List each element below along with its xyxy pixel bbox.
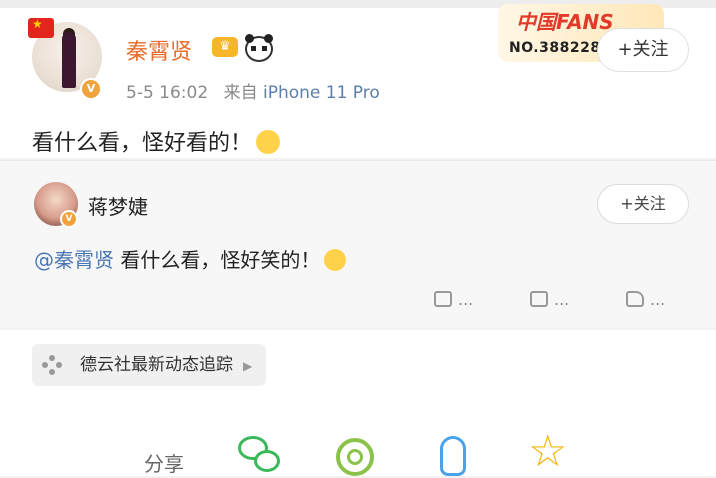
repost-follow-button[interactable]: +关注 [597, 184, 689, 224]
grin-emoji-icon [324, 249, 347, 271]
vip-crown-icon: ♛ [212, 37, 238, 57]
divider [0, 160, 716, 161]
repost-comment-action[interactable]: ... [530, 290, 569, 309]
post-text-content: 看什么看，怪好看的！ [32, 131, 253, 156]
qzone-icon[interactable]: ☆ [528, 430, 572, 478]
repost-author-name[interactable]: 蒋梦婕 [88, 191, 148, 220]
repost-like-action[interactable]: ... [626, 290, 665, 309]
post-author-name[interactable]: 秦霄贤 [126, 34, 192, 66]
like-icon [626, 291, 644, 307]
blush-emoji-icon [256, 130, 281, 154]
repost-share-action[interactable]: ... [434, 290, 473, 309]
verified-badge-icon: V [80, 78, 102, 100]
topic-chip[interactable]: 德云社最新动态追踪 ▶ [32, 344, 267, 386]
post-source[interactable]: iPhone 11 Pro [263, 83, 380, 103]
fans-badge-title: 中国FANS [516, 10, 614, 34]
comment-count: ... [554, 290, 570, 309]
mention-link[interactable]: @秦霄贤 [34, 248, 114, 272]
panda-icon [245, 34, 273, 62]
fans-badge-number: NO.388228 [509, 40, 601, 56]
wechat-icon[interactable] [238, 434, 282, 478]
share-label: 分享 [144, 452, 184, 476]
moments-icon[interactable] [334, 434, 378, 478]
china-flag-icon [28, 17, 54, 38]
topic-label: 德云社最新动态追踪 [80, 355, 233, 375]
comment-icon [530, 291, 548, 307]
like-count: ... [650, 290, 666, 309]
topic-icon [42, 355, 62, 375]
repost-text: @秦霄贤 看什么看，怪好笑的！ [34, 244, 347, 273]
source-prefix: 来自 [223, 83, 258, 103]
arrow-right-icon: ▶ [243, 359, 253, 373]
share-count: ... [458, 290, 474, 309]
qq-icon[interactable] [432, 434, 476, 478]
repost-text-content: 看什么看，怪好笑的！ [114, 248, 321, 272]
verified-badge-icon: V [60, 210, 78, 228]
post-time: 5-5 16:02 [126, 83, 209, 103]
share-icon [434, 291, 452, 307]
post-text: 看什么看，怪好看的！ [32, 125, 281, 157]
avatar-figure [62, 32, 76, 88]
post-meta: 5-5 16:02 来自 iPhone 11 Pro [126, 78, 380, 103]
follow-button[interactable]: +关注 [597, 28, 689, 72]
